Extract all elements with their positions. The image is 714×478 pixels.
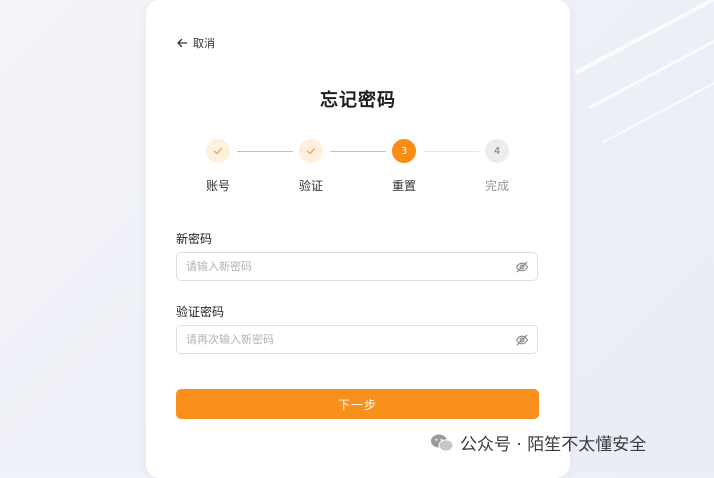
background-stripe: [574, 0, 714, 75]
check-icon: [306, 147, 316, 155]
step-connector-2-3: [330, 151, 386, 152]
step-3-circle: 3: [392, 139, 416, 163]
step-connector-3-4: [423, 151, 479, 152]
new-password-label: 新密码: [176, 232, 213, 246]
step-4-label: 完成: [484, 179, 509, 193]
progress-steps: 3 4 账号 验证 重置 完成: [146, 139, 570, 199]
confirm-password-label: 验证密码: [176, 305, 225, 319]
background-stripe: [601, 48, 714, 144]
new-password-field: [176, 252, 538, 281]
watermark: 公众号 · 陌笙不太懂安全: [430, 430, 646, 455]
watermark-text: 公众号 · 陌笙不太懂安全: [460, 435, 647, 455]
eye-off-icon[interactable]: [515, 260, 529, 274]
cancel-link[interactable]: 取消: [176, 35, 215, 51]
step-3-label: 重置: [391, 179, 416, 193]
new-password-input[interactable]: [177, 253, 506, 280]
step-1-label: 账号: [205, 179, 230, 193]
check-icon: [213, 147, 223, 155]
arrow-left-icon: [177, 38, 188, 48]
page-title: 忘记密码: [320, 90, 396, 111]
step-2-label: 验证: [298, 179, 323, 193]
confirm-password-input[interactable]: [177, 326, 506, 353]
confirm-password-field: [176, 325, 538, 354]
next-step-button[interactable]: 下一步: [176, 389, 539, 419]
cancel-label: 取消: [193, 37, 215, 50]
step-2-circle: [299, 139, 323, 163]
wechat-icon: [431, 434, 454, 452]
step-connector-1-2: [237, 151, 293, 152]
eye-off-icon[interactable]: [515, 333, 529, 347]
forgot-password-card: 取消 忘记密码 3 4 账号 验证 重置 完成 新密码 验证密码 下一步: [146, 0, 570, 478]
step-4-circle: 4: [485, 139, 509, 163]
step-1-circle: [206, 139, 230, 163]
